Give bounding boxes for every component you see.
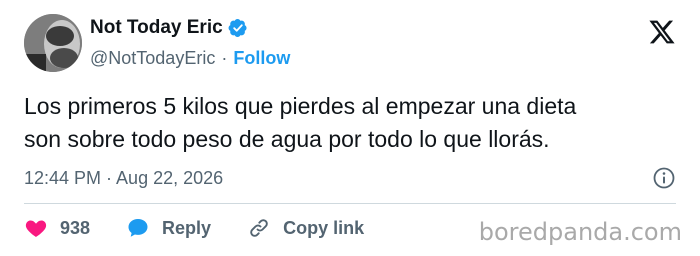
like-count: 938 <box>60 217 91 238</box>
divider <box>24 203 676 204</box>
x-logo-icon[interactable] <box>648 18 676 46</box>
like-button[interactable]: 938 <box>24 216 90 240</box>
tweet-timestamp[interactable]: 12:44 PM · Aug 22, 2026 <box>24 168 223 189</box>
reply-label: Reply <box>162 217 212 238</box>
action-bar: 938 Reply Copy link <box>24 216 364 240</box>
reply-button[interactable]: Reply <box>126 216 211 240</box>
copy-link-button[interactable]: Copy link <box>247 216 364 240</box>
reply-bubble-icon <box>128 219 148 237</box>
avatar-image <box>24 14 82 72</box>
verified-badge-icon <box>228 19 247 37</box>
avatar[interactable] <box>24 14 82 72</box>
watermark: boredpanda.com <box>478 218 682 246</box>
handle[interactable]: @NotTodayEric <box>90 48 215 69</box>
copy-link-label: Copy link <box>283 217 365 238</box>
heart-icon <box>25 220 47 237</box>
tweet-text: Los primeros 5 kilos que pierdes al empe… <box>24 90 684 156</box>
author-name-row: Not Today Eric <box>90 17 248 39</box>
info-icon[interactable] <box>652 166 676 190</box>
link-icon <box>250 219 268 237</box>
tweet-text-line: son sobre todo peso de agua por todo lo … <box>24 126 550 152</box>
separator-dot: · <box>221 48 228 68</box>
tweet-text-line: Los primeros 5 kilos que pierdes al empe… <box>24 93 577 119</box>
follow-button[interactable]: Follow <box>233 48 290 69</box>
handle-row: @NotTodayEric · Follow <box>90 48 290 69</box>
display-name[interactable]: Not Today Eric <box>90 17 223 39</box>
